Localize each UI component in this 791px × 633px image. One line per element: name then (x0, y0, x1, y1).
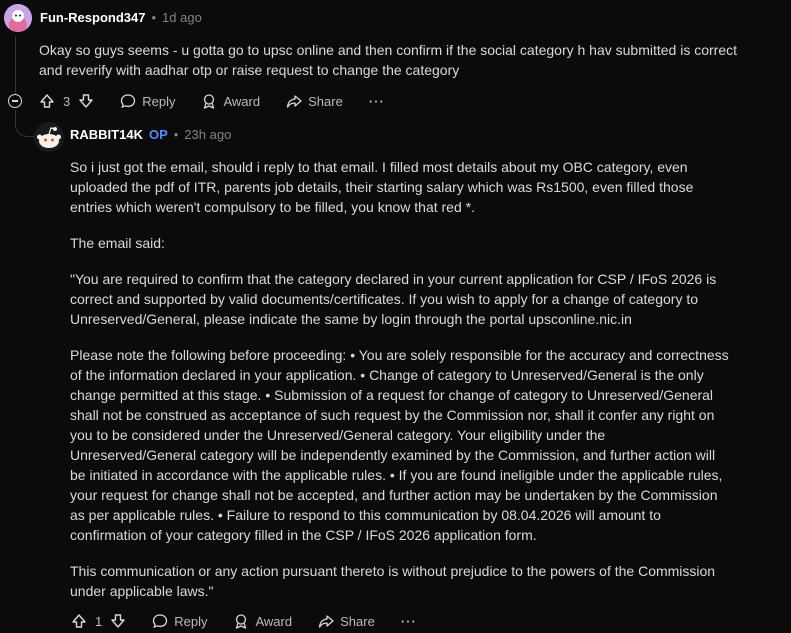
comment-bubble-icon (121, 94, 136, 109)
reply-button[interactable]: Reply (152, 613, 207, 629)
avatar[interactable] (4, 4, 32, 32)
more-options-icon: ··· (400, 613, 417, 629)
award-button[interactable]: Award (233, 613, 292, 629)
avatar[interactable] (34, 122, 64, 152)
downvote-icon[interactable] (110, 613, 126, 629)
comment-actions: 3 Reply Award Share ··· (39, 93, 411, 109)
more-options-icon: ··· (368, 93, 385, 109)
reply-button[interactable]: Reply (120, 93, 175, 109)
share-button[interactable]: Share (318, 613, 375, 629)
share-label: Share (340, 613, 375, 629)
award-icon (236, 614, 247, 629)
vote-count: 1 (95, 613, 103, 629)
thread-curve (15, 110, 34, 137)
op-badge: OP (148, 127, 168, 142)
comment-body: So i just got the email, should i reply … (70, 157, 730, 617)
separator-dot: • (173, 127, 179, 142)
timestamp[interactable]: 23h ago (184, 127, 231, 142)
comment-paragraph: So i just got the email, should i reply … (70, 159, 694, 215)
award-button[interactable]: Award (201, 93, 260, 109)
timestamp[interactable]: 1d ago (162, 10, 202, 25)
comment-actions: 1 Reply Award Share ··· (71, 613, 443, 629)
comment-text: Okay so guys seems - u gotta go to upsc … (39, 42, 738, 78)
award-label: Award (223, 93, 261, 109)
comment-paragraph: Please note the following before proceed… (70, 347, 729, 543)
separator-dot: • (151, 10, 157, 25)
comment-paragraph: The email said: (70, 235, 165, 251)
comment-paragraph: "You are required to confirm that the ca… (70, 271, 717, 327)
reply-label: Reply (174, 613, 208, 629)
reply-label: Reply (142, 93, 176, 109)
more-options-button[interactable]: ··· (369, 94, 385, 109)
comment-paragraph: This communication or any action pursuan… (70, 563, 716, 599)
author-name[interactable]: Fun-Respond347 (40, 10, 145, 25)
vote-group: 3 (39, 93, 94, 109)
upvote-icon[interactable] (39, 93, 55, 109)
author-name[interactable]: RABBIT14K (70, 127, 143, 142)
comment-meta: Fun-Respond347 • 1d ago (40, 10, 202, 25)
comment-bubble-icon (153, 614, 168, 629)
more-options-button[interactable]: ··· (401, 614, 417, 629)
vote-count: 3 (63, 93, 71, 109)
downvote-icon[interactable] (78, 93, 94, 109)
share-icon (318, 615, 334, 628)
award-label: Award (255, 613, 293, 629)
share-button[interactable]: Share (286, 93, 343, 109)
share-icon (286, 95, 302, 108)
thread-line (15, 36, 16, 94)
upvote-icon[interactable] (71, 613, 87, 629)
collapse-thread-button[interactable] (8, 94, 22, 108)
share-label: Share (308, 93, 343, 109)
comment-body: Okay so guys seems - u gotta go to upsc … (39, 40, 739, 96)
comment-meta: RABBIT14K OP • 23h ago (70, 127, 231, 142)
award-icon (204, 94, 215, 109)
vote-group: 1 (71, 613, 126, 629)
